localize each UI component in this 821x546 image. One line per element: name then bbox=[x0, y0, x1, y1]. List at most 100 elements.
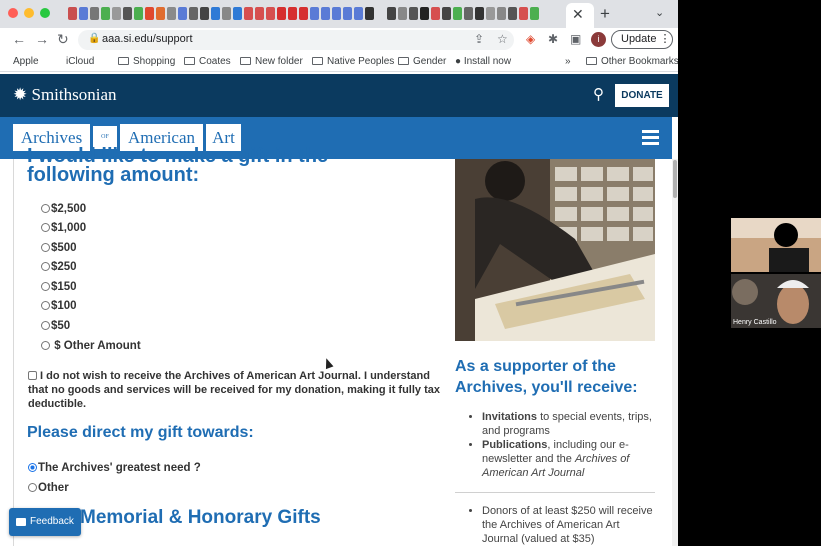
tab-favicons[interactable] bbox=[68, 7, 539, 20]
bookmark-new-folder[interactable]: New folder bbox=[240, 56, 303, 67]
amount-option[interactable]: $250 bbox=[41, 261, 77, 273]
tab-favicon[interactable] bbox=[431, 7, 440, 20]
back-icon[interactable]: ← bbox=[12, 31, 26, 47]
lock-icon[interactable]: 🔒 bbox=[88, 33, 100, 44]
tab-favicon[interactable] bbox=[200, 7, 209, 20]
tab-favicon[interactable] bbox=[299, 7, 308, 20]
tab-favicon[interactable] bbox=[486, 7, 495, 20]
radio-icon[interactable] bbox=[41, 243, 50, 252]
tab-favicon[interactable] bbox=[156, 7, 165, 20]
minimize-window-button[interactable] bbox=[24, 8, 34, 18]
amount-option[interactable]: $50 bbox=[41, 320, 70, 332]
tab-favicon[interactable] bbox=[189, 7, 198, 20]
bookmark-other[interactable]: Other Bookmarks bbox=[586, 56, 678, 67]
tab-favicon[interactable] bbox=[332, 7, 341, 20]
feedback-button[interactable]: Feedback bbox=[9, 508, 81, 536]
tab-favicon[interactable] bbox=[134, 7, 143, 20]
search-icon[interactable]: ⚲ bbox=[593, 85, 604, 103]
amount-option[interactable]: $2,500 bbox=[41, 203, 86, 215]
tab-favicon[interactable] bbox=[420, 7, 429, 20]
tab-favicon[interactable] bbox=[409, 7, 418, 20]
bookmark-shopping[interactable]: Shopping bbox=[118, 56, 175, 67]
pocket-icon[interactable]: ◈ bbox=[526, 32, 535, 46]
scrollbar-thumb[interactable] bbox=[673, 160, 677, 198]
tab-favicon[interactable] bbox=[266, 7, 275, 20]
hamburger-menu-icon[interactable] bbox=[642, 130, 659, 148]
amount-option[interactable]: $150 bbox=[41, 281, 77, 293]
tab-favicon[interactable] bbox=[343, 7, 352, 20]
bookmark-coates[interactable]: Coates bbox=[184, 56, 231, 67]
tab-favicon[interactable] bbox=[365, 7, 374, 20]
bookmark-install-now[interactable]: ● Install now bbox=[455, 56, 511, 67]
bookmark-star-icon[interactable]: ☆ bbox=[497, 32, 508, 46]
scrollbar-track[interactable] bbox=[672, 159, 678, 546]
forward-icon[interactable]: → bbox=[35, 31, 49, 47]
tab-favicon[interactable] bbox=[79, 7, 88, 20]
tab-favicon[interactable] bbox=[123, 7, 132, 20]
maximize-window-button[interactable] bbox=[40, 8, 50, 18]
tab-favicon[interactable] bbox=[475, 7, 484, 20]
tab-search-chevron-icon[interactable]: ⌄ bbox=[655, 6, 664, 19]
tab-favicon[interactable] bbox=[277, 7, 286, 20]
tab-favicon[interactable] bbox=[244, 7, 253, 20]
tab-favicon[interactable] bbox=[178, 7, 187, 20]
tab-favicon[interactable] bbox=[167, 7, 176, 20]
radio-icon[interactable] bbox=[41, 321, 50, 330]
tab-favicon[interactable] bbox=[398, 7, 407, 20]
tab-favicon[interactable] bbox=[519, 7, 528, 20]
bookmarks-overflow-icon[interactable]: » bbox=[565, 56, 571, 67]
tab-favicon[interactable] bbox=[508, 7, 517, 20]
close-window-button[interactable] bbox=[8, 8, 18, 18]
tab-favicon[interactable] bbox=[453, 7, 462, 20]
tab-favicon[interactable] bbox=[354, 7, 363, 20]
close-tab-icon[interactable]: ✕ bbox=[572, 6, 584, 23]
tab-favicon[interactable] bbox=[68, 7, 77, 20]
direct-option-greatest-need[interactable]: The Archives' greatest need ? bbox=[28, 462, 201, 474]
bookmark-native-peoples[interactable]: Native Peoples bbox=[312, 56, 394, 67]
tab-favicon[interactable] bbox=[255, 7, 264, 20]
tab-favicon[interactable] bbox=[112, 7, 121, 20]
new-tab-icon[interactable]: + bbox=[600, 4, 610, 24]
radio-icon[interactable] bbox=[41, 282, 50, 291]
amount-option[interactable]: $1,000 bbox=[41, 222, 86, 234]
radio-icon[interactable] bbox=[41, 223, 50, 232]
donate-button[interactable]: DONATE bbox=[615, 84, 669, 107]
update-button[interactable]: Update ⋮ bbox=[611, 30, 673, 49]
radio-selected-icon[interactable] bbox=[28, 463, 37, 472]
address-bar[interactable]: 🔒 aaa.si.edu/support ⇪ ☆ bbox=[78, 30, 514, 50]
url-text[interactable]: aaa.si.edu/support bbox=[102, 33, 193, 45]
tab-favicon[interactable] bbox=[233, 7, 242, 20]
no-journal-checkbox-row[interactable]: I do not wish to receive the Archives of… bbox=[28, 369, 444, 411]
radio-icon[interactable] bbox=[41, 262, 50, 271]
tab-favicon[interactable] bbox=[442, 7, 451, 20]
bookmark-icloud[interactable]: iCloud bbox=[66, 56, 94, 67]
checkbox-icon[interactable] bbox=[28, 371, 37, 380]
tab-favicon[interactable] bbox=[211, 7, 220, 20]
tab-favicon[interactable] bbox=[464, 7, 473, 20]
video-tile[interactable] bbox=[731, 218, 821, 272]
tab-favicon[interactable] bbox=[497, 7, 506, 20]
tab-favicon[interactable] bbox=[387, 7, 396, 20]
reading-list-icon[interactable]: ▣ bbox=[570, 32, 581, 46]
radio-icon[interactable] bbox=[41, 301, 50, 310]
profile-avatar[interactable]: i bbox=[591, 32, 606, 47]
reload-icon[interactable]: ↻ bbox=[57, 31, 69, 48]
bookmark-gender[interactable]: Gender bbox=[398, 56, 446, 67]
radio-icon[interactable] bbox=[41, 204, 50, 213]
amount-option[interactable]: $100 bbox=[41, 300, 77, 312]
tab-favicon[interactable] bbox=[288, 7, 297, 20]
tab-favicon[interactable] bbox=[530, 7, 539, 20]
amount-option[interactable]: $500 bbox=[41, 242, 77, 254]
video-tile[interactable]: Henry Castillo bbox=[731, 274, 821, 328]
extensions-icon[interactable]: ✱ bbox=[548, 32, 558, 46]
tab-favicon[interactable] bbox=[101, 7, 110, 20]
tab-favicon[interactable] bbox=[310, 7, 319, 20]
tab-favicon[interactable] bbox=[222, 7, 231, 20]
bookmark-apple[interactable]: Apple bbox=[13, 56, 39, 67]
radio-icon[interactable] bbox=[41, 341, 50, 350]
share-icon[interactable]: ⇪ bbox=[474, 32, 484, 46]
radio-icon[interactable] bbox=[28, 483, 37, 492]
tab-favicon[interactable] bbox=[145, 7, 154, 20]
help-icon[interactable]: ? bbox=[194, 462, 201, 474]
tab-favicon[interactable] bbox=[321, 7, 330, 20]
